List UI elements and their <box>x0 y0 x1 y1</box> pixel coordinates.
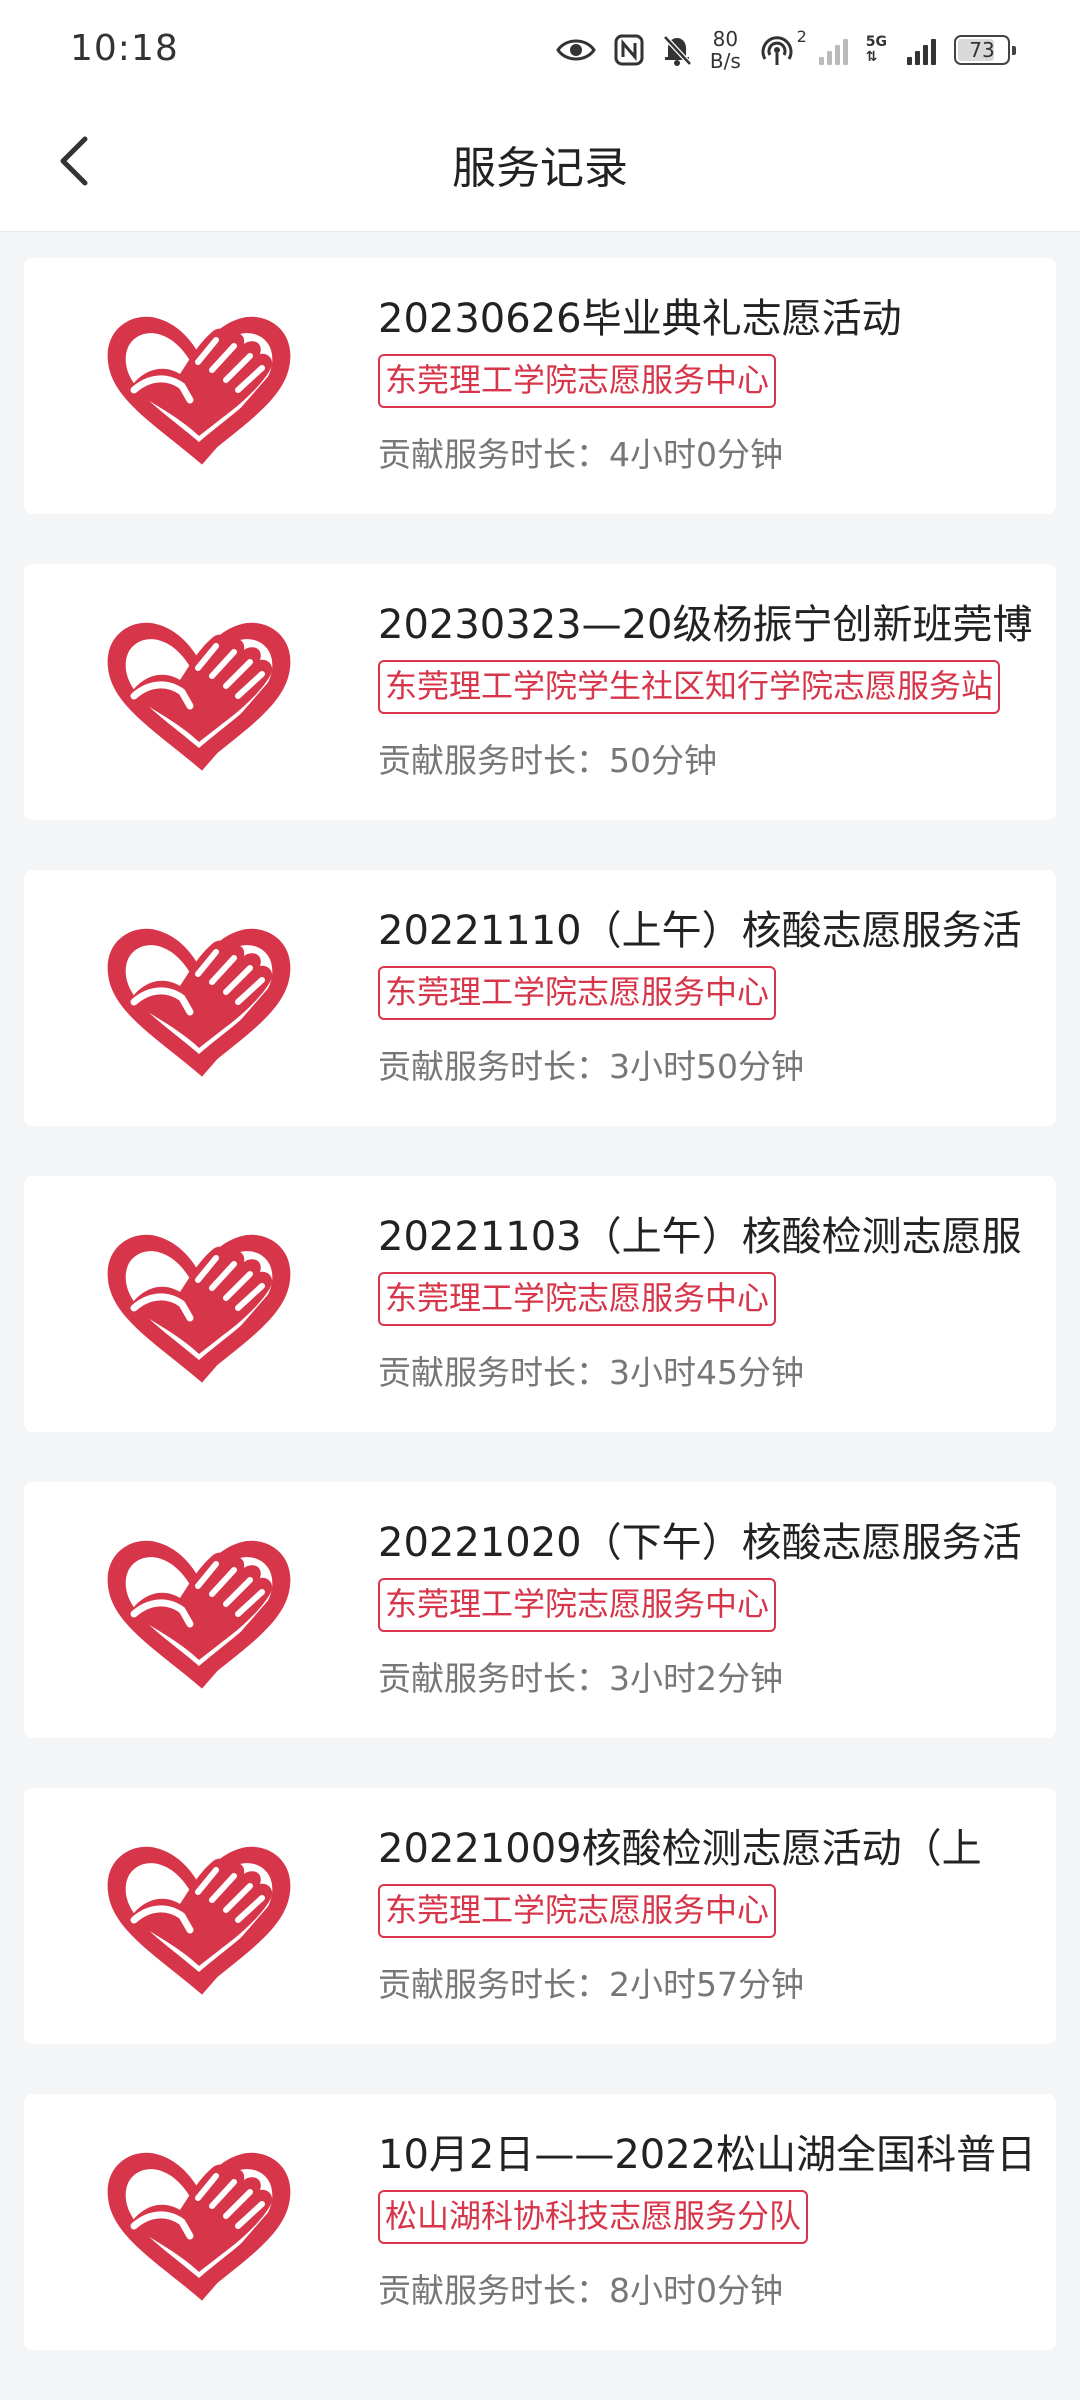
net-speed-unit: B/s <box>709 49 741 73</box>
record-organization-tag: 东莞理工学院志愿服务中心 <box>378 1884 777 1938</box>
volunteer-heart-logo-icon <box>107 1234 291 1383</box>
nfc-icon <box>614 34 644 66</box>
status-icons: 80 B/s 2 5G ⇅ 73 <box>556 22 1016 78</box>
volunteer-heart-logo-icon <box>107 1846 291 1995</box>
signal-icon-sim1 <box>818 35 848 65</box>
record-card[interactable]: 20221009核酸检测志愿活动（上 东莞理工学院志愿服务中心 贡献服务时长：2… <box>24 1788 1056 2044</box>
volunteer-heart-logo-icon <box>107 316 291 465</box>
battery-level: 73 <box>969 38 995 62</box>
duration-value: 3小时50分钟 <box>609 1047 804 1086</box>
record-title: 20221020（下午）核酸志愿服务活 <box>378 1520 1022 1566</box>
data-arrows-icon: ⇅ <box>865 49 878 65</box>
net-speed: 80 B/s <box>710 28 741 72</box>
hotspot-icon: 2 <box>759 27 807 67</box>
record-duration: 贡献服务时长：2小时57分钟 <box>378 1958 804 2006</box>
duration-value: 4小时0分钟 <box>609 435 783 474</box>
record-card[interactable]: 20221103（上午）核酸检测志愿服 东莞理工学院志愿服务中心 贡献服务时长：… <box>24 1176 1056 1432</box>
record-title: 20230626毕业典礼志愿活动 <box>378 296 902 342</box>
duration-label: 贡献服务时长： <box>378 435 609 474</box>
record-card[interactable]: 20230626毕业典礼志愿活动 东莞理工学院志愿服务中心 贡献服务时长：4小时… <box>24 258 1056 514</box>
battery-icon: 73 <box>954 35 1016 65</box>
duration-value: 8小时0分钟 <box>609 2271 783 2310</box>
network-type-icon: 5G ⇅ <box>866 35 887 65</box>
duration-value: 3小时2分钟 <box>609 1659 783 1698</box>
record-organization-tag: 东莞理工学院志愿服务中心 <box>378 1578 777 1632</box>
record-title: 20221009核酸检测志愿活动（上 <box>378 1826 982 1872</box>
record-title: 20221103（上午）核酸检测志愿服 <box>378 1214 1022 1260</box>
duration-label: 贡献服务时长： <box>378 2271 609 2310</box>
record-duration: 贡献服务时长：3小时50分钟 <box>378 1040 804 1088</box>
record-organization-tag: 东莞理工学院志愿服务中心 <box>378 354 777 408</box>
duration-label: 贡献服务时长： <box>378 1965 609 2004</box>
eye-icon <box>556 36 596 64</box>
record-organization-tag: 东莞理工学院志愿服务中心 <box>378 966 777 1020</box>
volunteer-heart-logo-icon <box>107 928 291 1077</box>
duration-value: 3小时45分钟 <box>609 1353 804 1392</box>
volunteer-heart-logo-icon <box>107 1540 291 1689</box>
record-organization-tag: 东莞理工学院志愿服务中心 <box>378 1272 777 1326</box>
page-title: 服务记录 <box>452 143 628 194</box>
record-organization-tag: 松山湖科协科技志愿服务分队 <box>378 2190 809 2244</box>
record-duration: 贡献服务时长：4小时0分钟 <box>378 428 783 476</box>
bell-off-icon <box>662 34 692 66</box>
duration-value: 2小时57分钟 <box>609 1965 804 2004</box>
record-duration: 贡献服务时长：8小时0分钟 <box>378 2264 783 2312</box>
signal-icon-sim2 <box>907 35 936 65</box>
record-card[interactable]: 20221110（上午）核酸志愿服务活 东莞理工学院志愿服务中心 贡献服务时长：… <box>24 870 1056 1126</box>
duration-label: 贡献服务时长： <box>378 1047 609 1086</box>
duration-label: 贡献服务时长： <box>378 1659 609 1698</box>
record-card[interactable]: 20230323—20级杨振宁创新班莞博 东莞理工学院学生社区知行学院志愿服务站… <box>24 564 1056 820</box>
duration-label: 贡献服务时长： <box>378 741 609 780</box>
service-record-list: 20230626毕业典礼志愿活动 东莞理工学院志愿服务中心 贡献服务时长：4小时… <box>24 258 1056 2400</box>
duration-label: 贡献服务时长： <box>378 1353 609 1392</box>
network-type: 5G <box>865 34 887 50</box>
record-duration: 贡献服务时长：3小时2分钟 <box>378 1652 783 1700</box>
hotspot-count: 2 <box>796 27 807 46</box>
record-card[interactable]: 20221020（下午）核酸志愿服务活 东莞理工学院志愿服务中心 贡献服务时长：… <box>24 1482 1056 1738</box>
record-title: 10月2日——2022松山湖全国科普日 <box>378 2132 1037 2178</box>
record-duration: 贡献服务时长：50分钟 <box>378 734 717 782</box>
net-speed-value: 80 <box>712 27 739 51</box>
record-title: 20230323—20级杨振宁创新班莞博 <box>378 602 1033 648</box>
record-title: 20221110（上午）核酸志愿服务活 <box>378 908 1022 954</box>
record-card[interactable]: 10月2日——2022松山湖全国科普日 松山湖科协科技志愿服务分队 贡献服务时长… <box>24 2094 1056 2350</box>
app-header: 服务记录 <box>0 100 1080 232</box>
status-time: 10:18 <box>70 28 179 69</box>
duration-value: 50分钟 <box>609 741 717 780</box>
record-duration: 贡献服务时长：3小时45分钟 <box>378 1346 804 1394</box>
status-bar: 10:18 80 B/s 2 5G ⇅ 73 <box>0 0 1080 100</box>
record-organization-tag: 东莞理工学院学生社区知行学院志愿服务站 <box>378 660 1001 714</box>
volunteer-heart-logo-icon <box>107 2152 291 2301</box>
volunteer-heart-logo-icon <box>107 622 291 771</box>
